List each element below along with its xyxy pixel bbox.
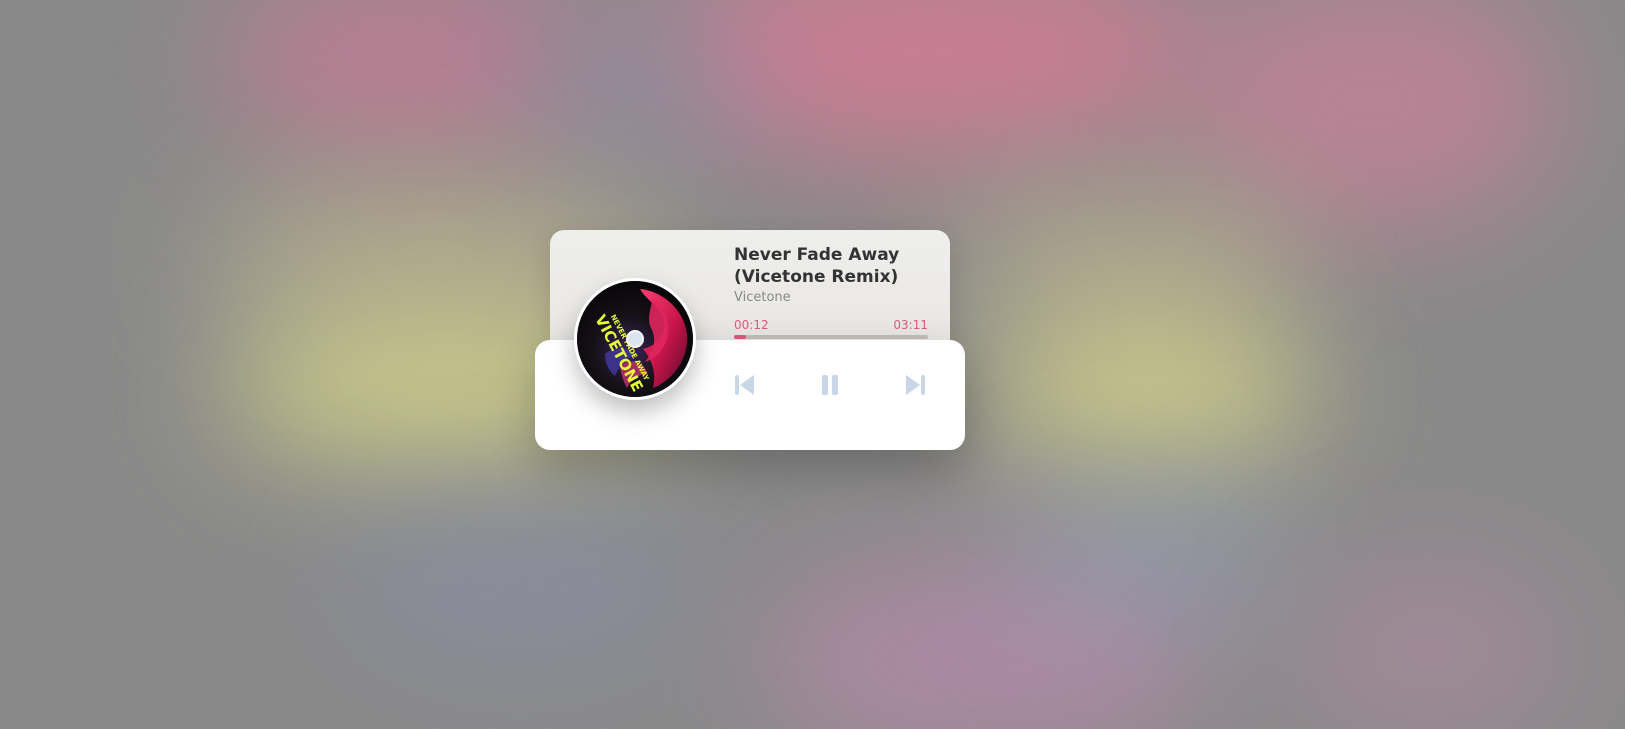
background-blur-shape — [980, 310, 1320, 470]
skip-back-icon — [735, 375, 754, 395]
background-blur-shape — [1180, 0, 1560, 230]
disc-center-hole — [626, 330, 644, 348]
album-art-disc: NEVER FADE AWAY VICETONE — [574, 278, 696, 400]
background-blur-shape — [520, 20, 740, 160]
artist-name: Vicetone — [734, 290, 791, 305]
track-duration: 03:11 — [893, 318, 928, 332]
pause-icon — [822, 375, 838, 395]
pause-button[interactable] — [813, 368, 847, 402]
current-time: 00:12 — [734, 318, 769, 332]
previous-track-button[interactable] — [728, 368, 762, 402]
track-title: Never Fade Away (Vicetone Remix) — [734, 245, 900, 287]
progress-bar[interactable] — [734, 335, 928, 339]
progress-fill — [734, 335, 747, 339]
background-blur-shape — [330, 500, 710, 670]
background-blur-shape — [1290, 560, 1570, 729]
skip-forward-icon — [906, 375, 925, 395]
next-track-button[interactable] — [898, 368, 932, 402]
music-player: Never Fade Away (Vicetone Remix) Viceton… — [535, 230, 965, 450]
background-blur-shape — [1000, 480, 1300, 630]
background-blur-shape — [950, 190, 1310, 330]
